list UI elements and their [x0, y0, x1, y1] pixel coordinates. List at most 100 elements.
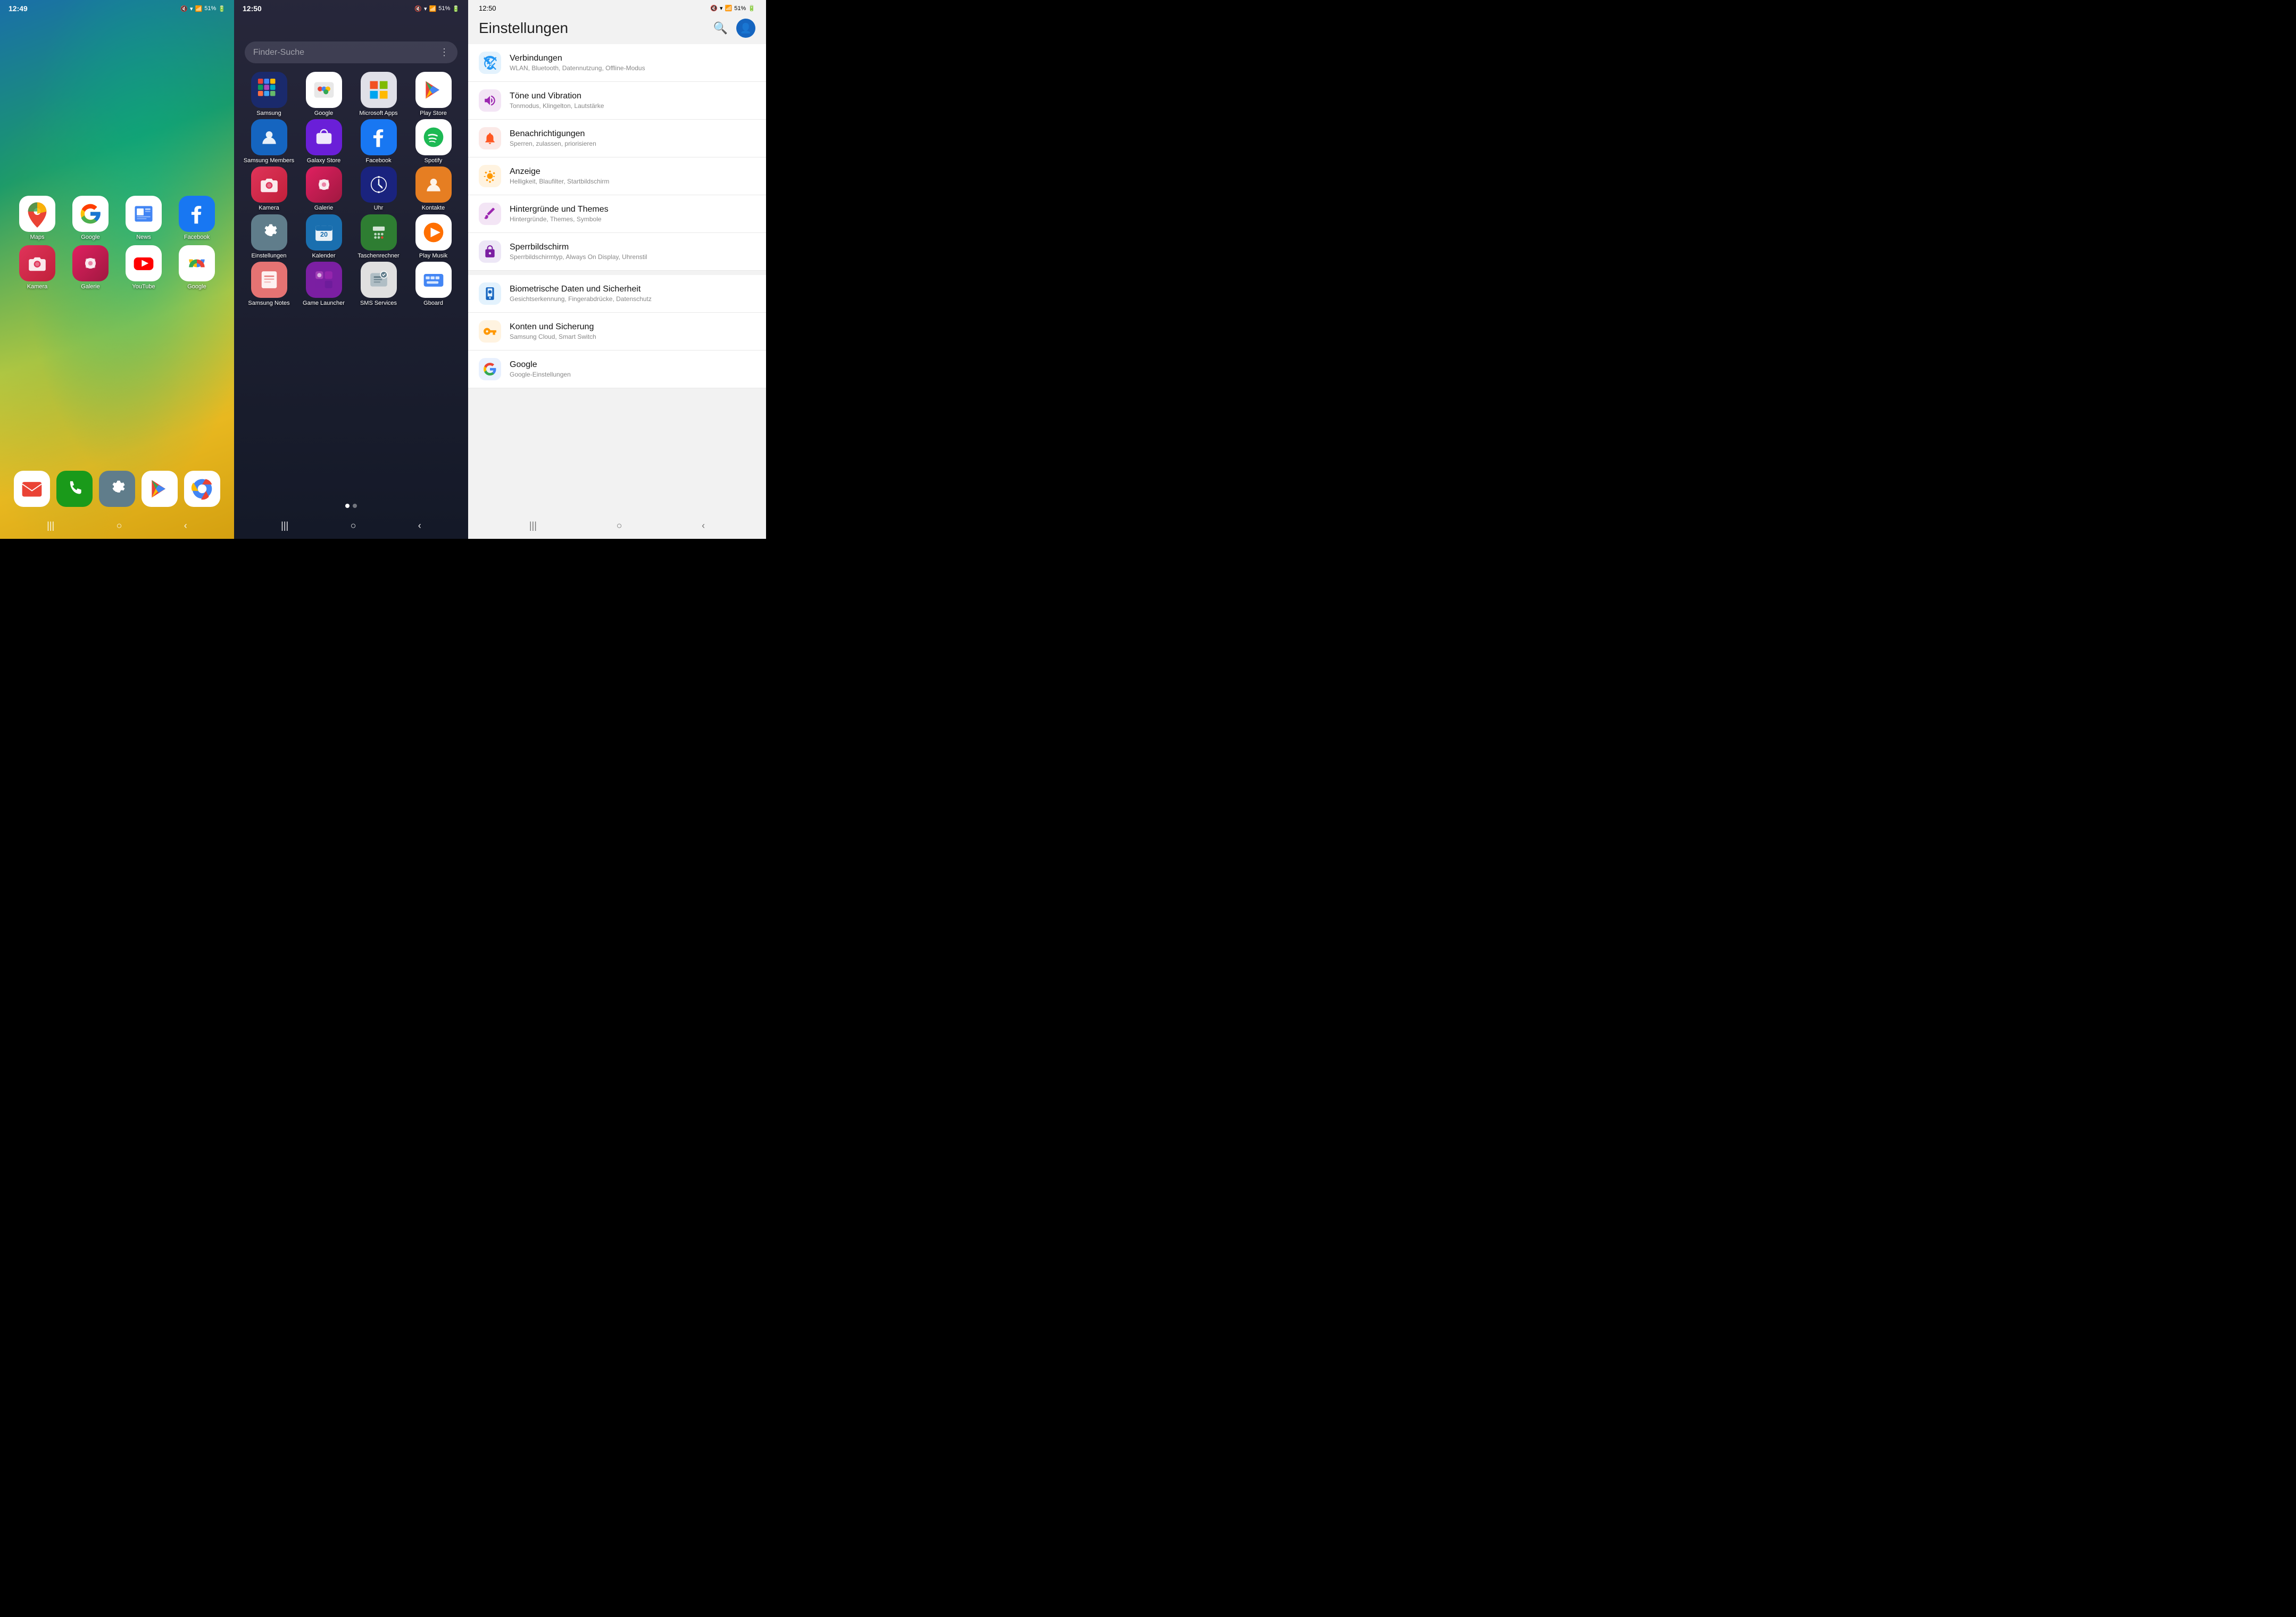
drawer-app-sms-services[interactable]: SMS Services — [352, 262, 405, 307]
biometrie-text: Biometrische Daten und Sicherheit Gesich… — [510, 285, 755, 303]
home-nav-back[interactable]: ‹ — [184, 520, 187, 531]
home-app-grid: Maps Google News Facebook — [0, 15, 234, 290]
taschenrechner-icon-img — [361, 214, 397, 251]
dock-phone[interactable] — [56, 471, 93, 507]
dock-chrome[interactable] — [184, 471, 220, 507]
dock-settings[interactable] — [99, 471, 135, 507]
settings-item-google[interactable]: Google Google-Einstellungen — [468, 351, 766, 388]
app-google-photos[interactable]: Google — [172, 245, 221, 290]
drawer-app-kalender[interactable]: 20 Kalender — [297, 214, 350, 260]
dock-playstore[interactable] — [142, 471, 178, 507]
drawer-battery-text: 51% — [438, 5, 450, 12]
app-maps[interactable]: Maps — [13, 196, 62, 241]
drawer-menu-dots[interactable]: ⋮ — [439, 47, 449, 58]
home-nav-home[interactable]: ○ — [117, 520, 122, 531]
toene-icon-wrap — [479, 89, 501, 112]
page-dot-1[interactable] — [345, 504, 350, 508]
dock-mail[interactable] — [14, 471, 50, 507]
home-nav-recent[interactable]: ||| — [47, 520, 54, 531]
home-status-icons: 🔇 ▾ 📶 51% 🔋 — [180, 5, 226, 12]
playstore-dock-icon-img — [142, 471, 178, 507]
google-label: Google — [81, 234, 99, 241]
home-dock — [0, 471, 234, 507]
settings-page-title: Einstellungen — [479, 20, 568, 37]
konten-title: Konten und Sicherung — [510, 322, 755, 332]
app-kamera-home[interactable]: Kamera — [13, 245, 62, 290]
settings-nav-recent[interactable]: ||| — [529, 520, 537, 531]
drawer-app-samsung[interactable]: Samsung — [243, 72, 295, 117]
home-time: 12:49 — [9, 4, 28, 13]
app-facebook-home[interactable]: Facebook — [172, 196, 221, 241]
drawer-app-game-launcher[interactable]: Game Launcher — [297, 262, 350, 307]
uhr-label: Uhr — [374, 205, 384, 212]
youtube-home-icon-img — [126, 245, 162, 281]
google-photos-label: Google — [187, 284, 206, 290]
playstore-label: Play Store — [420, 110, 447, 117]
sperrbildschirm-title: Sperrbildschirm — [510, 243, 755, 252]
settings-item-biometrie[interactable]: Biometrische Daten und Sicherheit Gesich… — [468, 275, 766, 313]
mail-icon-img — [14, 471, 50, 507]
drawer-nav-recent[interactable]: ||| — [281, 520, 288, 531]
settings-item-benachrichtigungen[interactable]: Benachrichtigungen Sperren, zulassen, pr… — [468, 120, 766, 157]
settings-search-icon[interactable]: 🔍 — [713, 21, 728, 35]
ms-label: Microsoft Apps — [359, 110, 397, 117]
taschenrechner-label: Taschenrechner — [357, 253, 399, 260]
signal-icon: 📶 — [195, 5, 203, 12]
google-photos-icon-img — [179, 245, 215, 281]
drawer-app-playmusik[interactable]: Play Musik — [407, 214, 460, 260]
drawer-app-spotify[interactable]: Spotify — [407, 119, 460, 164]
battery-text: 51% — [204, 5, 216, 12]
settings-item-toene[interactable]: Töne und Vibration Tonmodus, Klingelton,… — [468, 82, 766, 120]
settings-item-verbindungen[interactable]: Verbindungen WLAN, Bluetooth, Datennutzu… — [468, 44, 766, 82]
drawer-app-kontakte[interactable]: Kontakte — [407, 166, 460, 212]
facebook-drawer-label: Facebook — [365, 157, 391, 164]
drawer-nav-back[interactable]: ‹ — [418, 520, 421, 531]
galaxy-store-label: Galaxy Store — [307, 157, 341, 164]
biometrie-title: Biometrische Daten und Sicherheit — [510, 285, 755, 294]
drawer-app-samsung-members[interactable]: Samsung Members — [243, 119, 295, 164]
maps-icon-img — [19, 196, 55, 232]
settings-item-anzeige[interactable]: Anzeige Helligkeit, Blaufilter, Startbil… — [468, 157, 766, 195]
drawer-app-samsung-notes[interactable]: Samsung Notes — [243, 262, 295, 307]
settings-battery-icon: 🔋 — [748, 5, 755, 12]
settings-item-konten[interactable]: Konten und Sicherung Samsung Cloud, Smar… — [468, 313, 766, 351]
settings-header: Einstellungen 🔍 👤 — [468, 14, 766, 44]
drawer-nav-home[interactable]: ○ — [351, 520, 356, 531]
page-dot-2[interactable] — [353, 504, 357, 508]
app-news[interactable]: News — [119, 196, 168, 241]
drawer-app-einstellungen[interactable]: Einstellungen — [243, 214, 295, 260]
drawer-search-bar[interactable]: ⋮ — [245, 41, 457, 63]
drawer-app-galaxy-store[interactable]: Galaxy Store — [297, 119, 350, 164]
playmusik-label: Play Musik — [419, 253, 447, 260]
home-nav-bar: ||| ○ ‹ — [0, 512, 234, 539]
drawer-app-taschenrechner[interactable]: Taschenrechner — [352, 214, 405, 260]
drawer-battery-icon: 🔋 — [452, 5, 460, 12]
settings-nav-bar: ||| ○ ‹ — [468, 512, 766, 539]
settings-nav-home[interactable]: ○ — [617, 520, 622, 531]
battery-icon: 🔋 — [218, 5, 226, 12]
app-youtube-home[interactable]: YouTube — [119, 245, 168, 290]
settings-time: 12:50 — [479, 4, 496, 12]
app-galerie-home[interactable]: Galerie — [66, 245, 115, 290]
settings-item-sperrbildschirm[interactable]: Sperrbildschirm Sperrbildschirmtyp, Alwa… — [468, 233, 766, 271]
drawer-app-facebook[interactable]: Facebook — [352, 119, 405, 164]
uhr-icon-img — [361, 166, 397, 203]
biometrie-sub: Gesichtserkennung, Fingerabdrücke, Daten… — [510, 295, 755, 303]
settings-item-hintergruende[interactable]: Hintergründe und Themes Hintergründe, Th… — [468, 195, 766, 233]
drawer-app-galerie[interactable]: Galerie — [297, 166, 350, 212]
kamera-drawer-label: Kamera — [259, 205, 279, 212]
drawer-app-google-folder[interactable]: Google — [297, 72, 350, 117]
drawer-app-kamera[interactable]: Kamera — [243, 166, 295, 212]
settings-items-list: Verbindungen WLAN, Bluetooth, Datennutzu… — [468, 44, 766, 512]
drawer-app-ms[interactable]: Microsoft Apps — [352, 72, 405, 117]
drawer-app-gboard[interactable]: Gboard — [407, 262, 460, 307]
drawer-search-input[interactable] — [253, 48, 439, 57]
spotify-icon-img — [415, 119, 452, 155]
settings-avatar-icon[interactable]: 👤 — [736, 19, 755, 38]
app-google[interactable]: Google — [66, 196, 115, 241]
drawer-app-playstore[interactable]: Play Store — [407, 72, 460, 117]
drawer-app-uhr[interactable]: Uhr — [352, 166, 405, 212]
settings-nav-back[interactable]: ‹ — [702, 520, 705, 531]
google-settings-sub: Google-Einstellungen — [510, 371, 755, 378]
spotify-label: Spotify — [425, 157, 443, 164]
